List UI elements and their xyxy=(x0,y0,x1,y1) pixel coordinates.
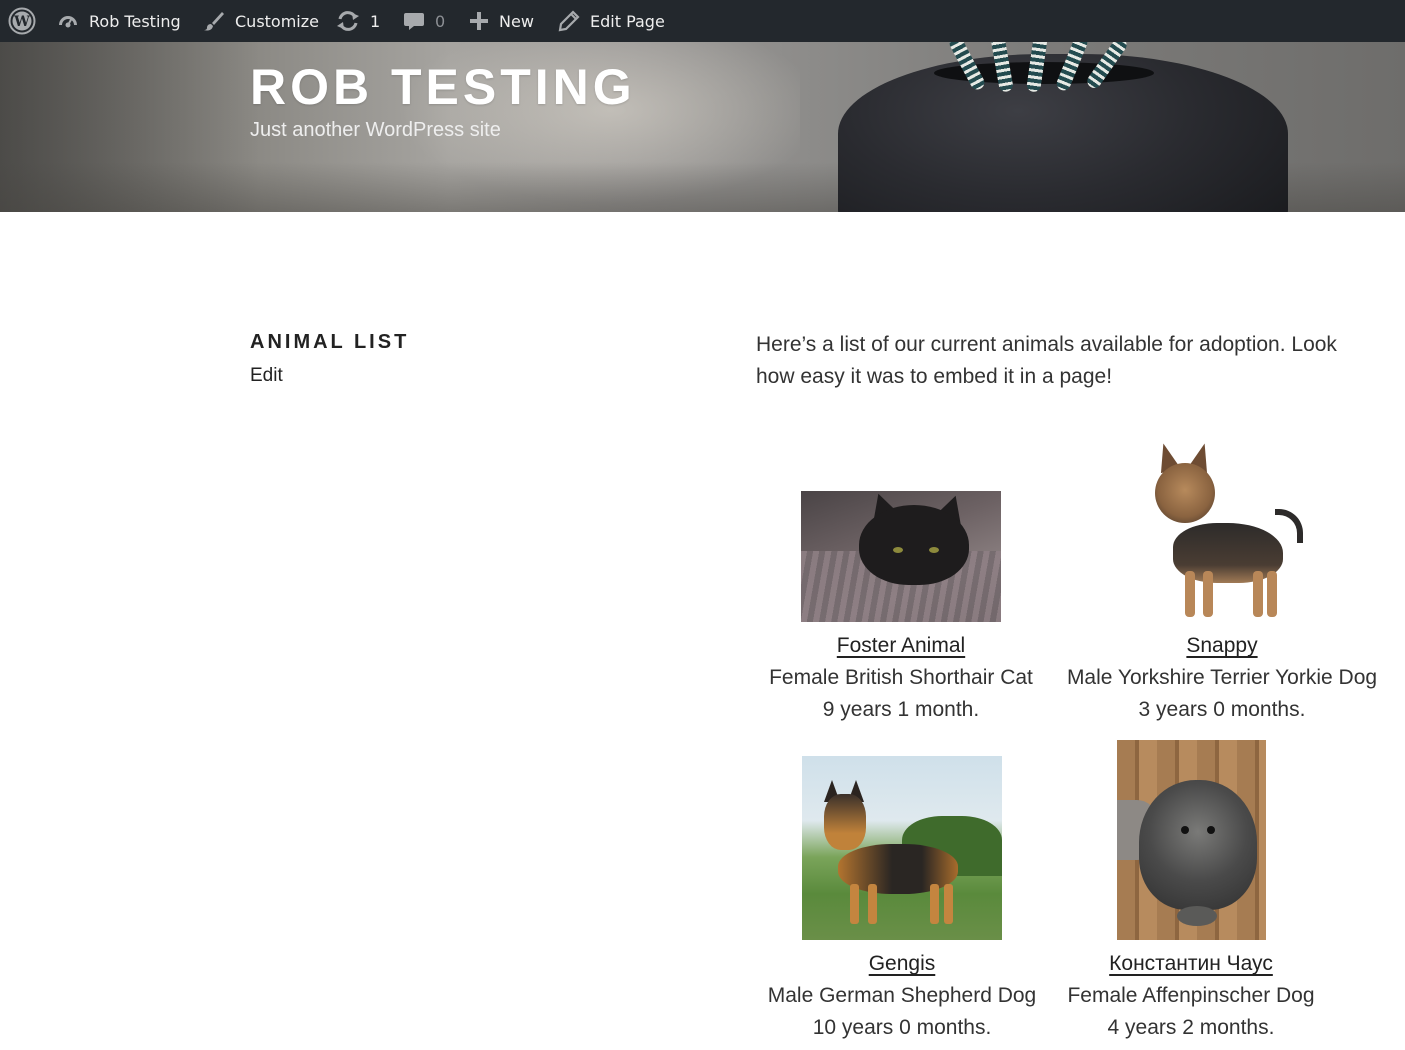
animal-card: Константин Чаус Female Affenpinscher Dog… xyxy=(1051,948,1331,1044)
customize-link[interactable]: Customize xyxy=(203,0,319,42)
updates-count: 1 xyxy=(370,11,381,31)
animal-age: 3 years 0 months. xyxy=(1138,698,1306,721)
affenpinscher-photo[interactable] xyxy=(1117,740,1266,940)
animal-age: 4 years 2 months. xyxy=(1107,1016,1275,1039)
pencil-icon xyxy=(558,10,580,32)
animal-breed: Female Affenpinscher Dog xyxy=(1067,984,1315,1007)
animal-age: 10 years 0 months. xyxy=(812,1016,992,1039)
shepherd-photo[interactable] xyxy=(802,756,1002,940)
edit-link[interactable]: Edit xyxy=(250,365,283,387)
animal-name-link[interactable]: Foster Animal xyxy=(837,630,965,662)
animal-name-link[interactable]: Snappy xyxy=(1186,630,1257,662)
animal-card: Gengis Male German Shepherd Dog 10 years… xyxy=(751,948,1053,1044)
intro-text: Here’s a list of our current animals ava… xyxy=(756,333,1337,388)
svg-text:W: W xyxy=(13,14,30,30)
paintbrush-icon xyxy=(203,10,225,32)
animal-age: 9 years 1 month. xyxy=(822,698,980,721)
updates-link[interactable]: 1 xyxy=(336,0,380,42)
admin-bar: W Rob Testing Customize 1 0 New Edit Pag… xyxy=(0,0,1405,42)
site-name-label: Rob Testing xyxy=(89,11,181,31)
new-label: New xyxy=(499,11,534,31)
site-title[interactable]: Rob Testing xyxy=(250,58,636,116)
comments-link[interactable]: 0 xyxy=(403,0,445,42)
yorkie-photo[interactable] xyxy=(1143,443,1305,623)
site-header xyxy=(0,42,1405,212)
animal-name-link[interactable]: Константин Чаус xyxy=(1109,948,1273,980)
animal-breed: Male Yorkshire Terrier Yorkie Dog xyxy=(1066,666,1378,689)
edit-page-link[interactable]: Edit Page xyxy=(558,0,665,42)
animal-card: Foster Animal Female British Shorthair C… xyxy=(751,630,1051,726)
comments-count: 0 xyxy=(435,11,446,31)
site-description: Just another WordPress site xyxy=(250,119,501,141)
animal-breed: Female British Shorthair Cat xyxy=(769,666,1033,689)
edit-page-label: Edit Page xyxy=(590,11,665,31)
cat-photo[interactable] xyxy=(801,491,1001,622)
comment-bubble-icon xyxy=(403,10,425,32)
plus-icon xyxy=(469,11,489,31)
wordpress-logo-icon[interactable]: W xyxy=(8,0,36,42)
updates-icon xyxy=(336,10,360,32)
new-content-menu[interactable]: New xyxy=(469,0,534,42)
animal-name-link[interactable]: Gengis xyxy=(869,948,936,980)
customize-label: Customize xyxy=(235,11,319,31)
animal-breed: Male German Shepherd Dog xyxy=(767,984,1037,1007)
page-title: Animal List xyxy=(250,331,410,353)
animal-card: Snappy Male Yorkshire Terrier Yorkie Dog… xyxy=(1047,630,1397,726)
site-name-menu[interactable]: Rob Testing xyxy=(57,0,181,42)
dashboard-icon xyxy=(57,10,79,32)
